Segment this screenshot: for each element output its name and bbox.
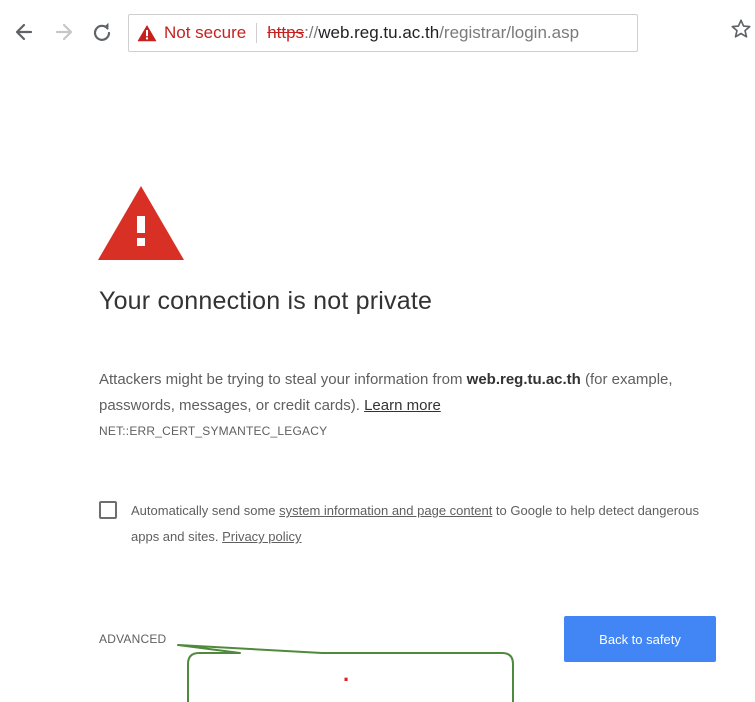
warning-triangle-icon — [137, 25, 157, 42]
optin-label: Automatically send some system informati… — [131, 498, 721, 550]
forward-button[interactable] — [50, 16, 78, 48]
security-indicator[interactable]: Not secure — [129, 23, 246, 43]
omnibox-divider — [256, 23, 258, 43]
optin-prefix: Automatically send some — [131, 503, 280, 518]
reload-button[interactable] — [88, 16, 116, 48]
reload-icon — [93, 22, 111, 41]
privacy-policy-link[interactable]: Privacy policy — [222, 529, 301, 544]
warning-triangle-icon — [98, 186, 184, 260]
url-scheme: https — [267, 23, 305, 42]
url-host: web.reg.tu.ac.th — [318, 23, 440, 42]
address-bar[interactable]: Not secure https://web.reg.tu.ac.th/regi… — [128, 14, 638, 52]
back-button[interactable] — [10, 16, 38, 48]
bookmark-button[interactable] — [730, 18, 752, 45]
url-path: /registrar/login.asp — [439, 23, 580, 42]
back-to-safety-button[interactable]: Back to safety — [564, 616, 716, 662]
url-separator: :// — [304, 23, 319, 42]
interstitial-page: Your connection is not private Attackers… — [0, 66, 755, 702]
advanced-button[interactable]: ADVANCED — [99, 632, 166, 646]
description-host: web.reg.tu.ac.th — [466, 371, 581, 388]
back-arrow-icon — [15, 23, 33, 41]
browser-toolbar: Not secure https://web.reg.tu.ac.th/regi… — [0, 0, 755, 66]
page-title: Your connection is not private — [99, 287, 433, 315]
error-code: NET::ERR_CERT_SYMANTEC_LEGACY — [99, 424, 328, 438]
optin-checkbox[interactable] — [99, 501, 117, 519]
security-label: Not secure — [164, 23, 247, 42]
system-info-link[interactable]: system information and page content — [279, 503, 492, 518]
warning-description: Attackers might be trying to steal your … — [99, 367, 729, 419]
learn-more-link[interactable]: Learn more — [364, 397, 441, 414]
forward-arrow-icon — [55, 23, 73, 41]
star-icon — [731, 19, 751, 38]
description-prefix: Attackers might be trying to steal your … — [99, 371, 467, 388]
